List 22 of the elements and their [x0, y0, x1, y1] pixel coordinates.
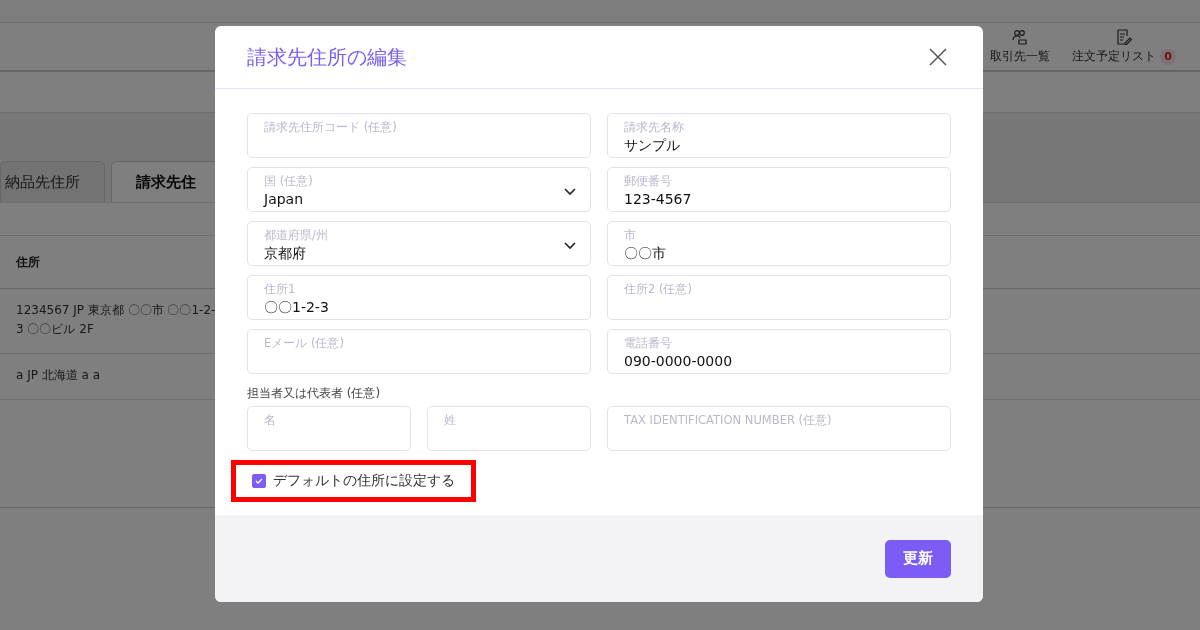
- checkbox[interactable]: デフォルトの住所に設定する: [252, 472, 455, 490]
- group-label: 担当者又は代表者 (任意): [247, 385, 382, 402]
- update-button[interactable]: 更新: [885, 539, 951, 578]
- input-field[interactable]: 市 〇〇市: [607, 221, 951, 266]
- select-field[interactable]: 都道府県/州 京都府: [247, 221, 591, 266]
- chevron-down-icon: [564, 188, 576, 196]
- select-field[interactable]: 国 (任意) Japan: [247, 167, 591, 212]
- dialog-title: 請求先住所の編集: [247, 43, 407, 71]
- input-field[interactable]: 電話番号 090-0000-0000: [607, 329, 951, 374]
- table-cell-text: a JP 北海道 a a: [16, 367, 102, 384]
- nav-link[interactable]: 取引先一覧: [990, 29, 1050, 70]
- chevron-down-icon: [564, 242, 576, 250]
- input-field[interactable]: 郵便番号 123-4567: [607, 167, 951, 212]
- count-badge: 0: [1160, 48, 1176, 65]
- document-edit-icon: [1116, 29, 1132, 45]
- check-icon: [254, 476, 264, 486]
- input-field[interactable]: 住所1 〇〇1-2-3: [247, 275, 591, 320]
- input-field[interactable]: 請求先名称 サンプル: [607, 113, 951, 158]
- people-icon: [1012, 29, 1028, 45]
- tab[interactable]: 納品先住所: [0, 161, 105, 202]
- column-header: 住所: [16, 253, 40, 271]
- nav-link[interactable]: 注文予定リスト 0: [1072, 29, 1176, 70]
